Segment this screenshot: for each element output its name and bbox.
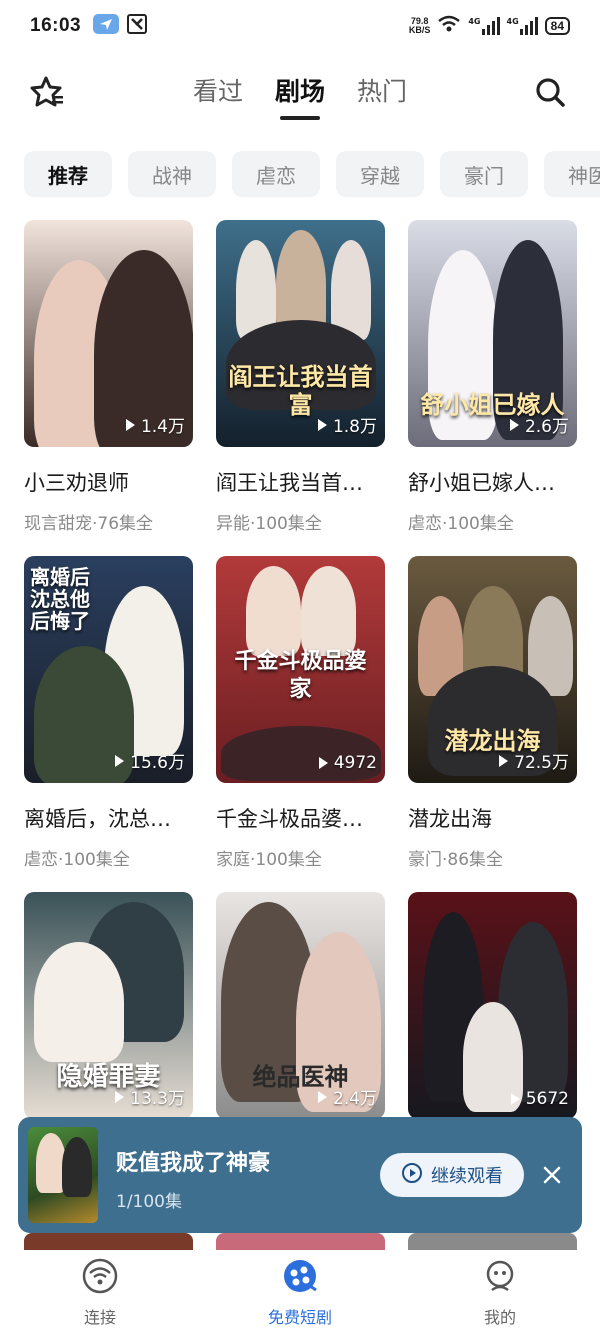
drama-title: 潜龙出海	[408, 807, 492, 831]
drama-poster[interactable]: 绝品医神 2.4万	[216, 892, 385, 1119]
drama-card[interactable]: 1.4万 小三劝退师 现言甜宠·76集全	[24, 220, 193, 556]
category-chips: 推荐 战神 虐恋 穿越 豪门 神医	[24, 151, 600, 199]
drama-title: 舒小姐已嫁人…	[408, 471, 555, 495]
play-icon	[125, 418, 135, 431]
drama-poster[interactable]: 阎王让我当首富 1.8万	[216, 220, 385, 447]
drama-poster[interactable]: 5672	[408, 892, 577, 1119]
drama-title: 阎王让我当首…	[216, 471, 363, 495]
drama-meta: 现言甜宠·76集全	[24, 514, 154, 534]
poster-title: 千金斗极品婆家	[234, 648, 367, 702]
nav-label: 免费短剧	[267, 1308, 332, 1327]
play-icon	[499, 754, 509, 767]
chip-tragic-romance[interactable]: 虐恋	[232, 151, 320, 197]
drama-meta: 豪门·86集全	[408, 850, 504, 870]
chip-wealthy-family[interactable]: 豪门	[440, 151, 528, 197]
drama-poster[interactable]: 千金斗极品婆家 4972	[216, 556, 385, 783]
drama-icon	[282, 1258, 318, 1298]
poster-title: 阎王让我当首富	[228, 362, 373, 419]
drama-meta: 虐恋·100集全	[24, 850, 130, 870]
chip-war-god[interactable]: 战神	[128, 151, 216, 197]
play-count: 2.4万	[317, 1084, 377, 1109]
chip-time-travel[interactable]: 穿越	[336, 151, 424, 197]
search-icon[interactable]	[532, 74, 568, 110]
play-icon	[509, 418, 519, 431]
poster-title: 离婚后沈总他后悔了	[30, 565, 90, 633]
wifi-icon	[82, 1258, 118, 1298]
mini-player-progress: 1/100集	[116, 1192, 182, 1212]
drama-card[interactable]: 舒小姐已嫁人 2.6万 舒小姐已嫁人… 虐恋·100集全	[408, 220, 577, 556]
continue-watching-button[interactable]: 继续观看	[380, 1153, 524, 1197]
status-time: 16:03	[30, 15, 82, 36]
drama-grid: 1.4万 小三劝退师 现言甜宠·76集全 阎王让我当首富 1.8万 阎王让我当首…	[24, 220, 577, 1228]
close-icon[interactable]	[538, 1161, 566, 1189]
tab-popular[interactable]: 热门	[357, 72, 407, 120]
location-icon	[93, 14, 120, 38]
play-icon	[115, 1090, 125, 1103]
drama-card[interactable]: 阎王让我当首富 1.8万 阎王让我当首… 异能·100集全	[216, 220, 385, 556]
play-icon	[115, 754, 125, 767]
chip-recommended[interactable]: 推荐	[24, 151, 112, 197]
nav-connect[interactable]: 连接	[0, 1250, 200, 1333]
mini-player-title: 贬值我成了神豪	[116, 1151, 271, 1176]
tab-watched[interactable]: 看过	[193, 72, 243, 120]
header: 看过 剧场 热门	[0, 60, 600, 124]
play-count: 4972	[318, 753, 377, 773]
drama-meta: 家庭·100集全	[216, 850, 322, 870]
drama-poster[interactable]: 1.4万	[24, 220, 193, 447]
play-count: 1.4万	[125, 412, 185, 437]
play-circle-icon	[401, 1162, 423, 1189]
drama-card[interactable]: 离婚后沈总他后悔了 15.6万 离婚后，沈总… 虐恋·100集全	[24, 556, 193, 892]
profile-icon	[482, 1258, 518, 1298]
mini-player-thumbnail[interactable]	[28, 1127, 98, 1223]
nav-label: 我的	[483, 1308, 516, 1327]
drama-meta: 虐恋·100集全	[408, 514, 514, 534]
drama-title: 小三劝退师	[24, 471, 129, 495]
notification-app-icon	[127, 14, 148, 38]
drama-title: 离婚后，沈总…	[24, 807, 171, 831]
chip-divine-doctor[interactable]: 神医	[544, 151, 600, 197]
nav-free-dramas[interactable]: 免费短剧	[200, 1250, 400, 1333]
play-count: 13.3万	[115, 1084, 185, 1109]
drama-title: 千金斗极品婆…	[216, 807, 363, 831]
nav-profile[interactable]: 我的	[400, 1250, 600, 1333]
play-icon	[317, 1090, 327, 1103]
drama-poster[interactable]: 潜龙出海 72.5万	[408, 556, 577, 783]
drama-poster[interactable]: 离婚后沈总他后悔了 15.6万	[24, 556, 193, 783]
status-bar: 16:03 79.8 KB/S 4G 4G 84	[0, 0, 600, 52]
signal-icon-2: 4G	[507, 17, 538, 35]
tab-theater[interactable]: 剧场	[275, 72, 325, 120]
mini-player[interactable]: 贬值我成了神豪 1/100集 继续观看	[18, 1117, 582, 1233]
play-count: 72.5万	[499, 748, 569, 773]
signal-icon: 4G	[468, 17, 500, 35]
nav-label: 连接	[83, 1308, 116, 1327]
play-count: 1.8万	[317, 412, 377, 437]
bottom-nav: 连接 免费短剧 我的	[0, 1250, 600, 1333]
drama-card[interactable]: 千金斗极品婆家 4972 千金斗极品婆… 家庭·100集全	[216, 556, 385, 892]
drama-meta: 异能·100集全	[216, 514, 322, 534]
play-icon	[510, 1093, 520, 1105]
play-count: 5672	[510, 1089, 569, 1109]
drama-poster[interactable]: 隐婚罪妻 13.3万	[24, 892, 193, 1119]
battery-icon: 84	[544, 17, 570, 35]
wifi-status-icon	[437, 15, 461, 37]
net-speed: 79.8 KB/S	[408, 16, 431, 35]
top-tabs: 看过 剧场 热门	[0, 72, 600, 120]
play-count: 2.6万	[509, 412, 569, 437]
drama-card[interactable]: 潜龙出海 72.5万 潜龙出海 豪门·86集全	[408, 556, 577, 892]
play-icon	[318, 757, 328, 769]
drama-poster[interactable]: 舒小姐已嫁人 2.6万	[408, 220, 577, 447]
play-count: 15.6万	[115, 748, 185, 773]
play-icon	[317, 418, 327, 431]
